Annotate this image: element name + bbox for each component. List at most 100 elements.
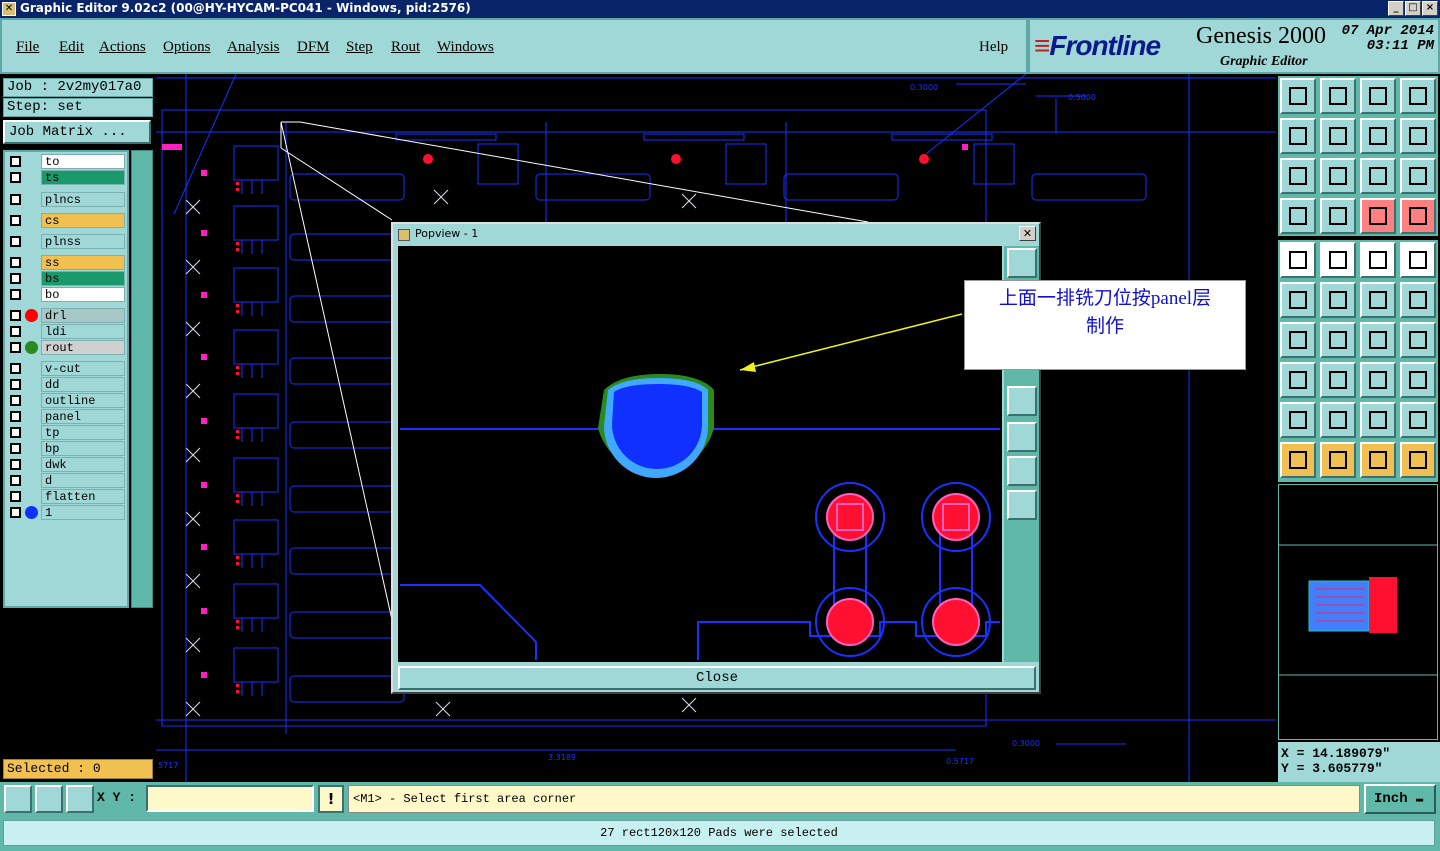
layer-scrollbar[interactable]: [131, 150, 153, 608]
alert-icon[interactable]: !: [318, 785, 344, 813]
layer-row[interactable]: bs: [7, 271, 125, 286]
layer-checkbox[interactable]: [10, 215, 21, 226]
pointer-icon[interactable]: [1280, 442, 1316, 478]
layer-checkbox[interactable]: [10, 363, 21, 374]
resize-icon[interactable]: [1360, 362, 1396, 398]
layer-toggle-alt-icon[interactable]: [1400, 198, 1436, 234]
select-pad-icon[interactable]: [1400, 242, 1436, 278]
layer-checkbox[interactable]: [10, 257, 21, 268]
layer-row[interactable]: v-cut: [7, 361, 125, 376]
layer-checkbox[interactable]: [10, 172, 21, 183]
menu-help[interactable]: Help: [979, 39, 1008, 56]
connect-icon[interactable]: [1280, 282, 1316, 318]
layer-name[interactable]: 1: [41, 505, 125, 520]
menu-windows[interactable]: Windows: [437, 39, 494, 56]
layer-checkbox[interactable]: [10, 310, 21, 321]
menu-file[interactable]: File: [16, 39, 39, 56]
layer-name[interactable]: panel: [41, 409, 125, 424]
pan-right-icon[interactable]: [1320, 118, 1356, 154]
grid-icon[interactable]: [1320, 198, 1356, 234]
arc-icon[interactable]: [1360, 322, 1396, 358]
layer-name[interactable]: rout: [41, 340, 125, 355]
layer-name[interactable]: plncs: [41, 192, 125, 207]
fit-all-icon[interactable]: [1280, 158, 1316, 194]
menu-edit[interactable]: Edit: [59, 39, 84, 56]
layer-name[interactable]: ldi: [41, 324, 125, 339]
layer-checkbox[interactable]: [10, 443, 21, 454]
layer-checkbox[interactable]: [10, 411, 21, 422]
layer-checkbox[interactable]: [10, 156, 21, 167]
angle-icon[interactable]: [1280, 402, 1316, 438]
grid-icon[interactable]: [66, 785, 94, 813]
maximize-button[interactable]: □: [1405, 1, 1421, 16]
layer-checkbox[interactable]: [10, 236, 21, 247]
pan-left-icon[interactable]: [1280, 118, 1316, 154]
fit-window-icon[interactable]: [1400, 78, 1436, 114]
layer-checkbox[interactable]: [10, 507, 21, 518]
popview-home-icon[interactable]: [1007, 422, 1037, 452]
popview-pan-icon[interactable]: [1007, 386, 1037, 416]
popview-canvas[interactable]: [398, 246, 1002, 662]
layer-name[interactable]: dd: [41, 377, 125, 392]
layer-row[interactable]: plncs: [7, 192, 125, 207]
profile-icon[interactable]: [1280, 198, 1316, 234]
layer-row[interactable]: cs: [7, 213, 125, 228]
trace-icon[interactable]: [1320, 362, 1356, 398]
arrow-select-icon[interactable]: [1360, 442, 1396, 478]
pad-add-icon[interactable]: [1280, 362, 1316, 398]
rotate-icon[interactable]: [1400, 118, 1436, 154]
popview-zoom-icon[interactable]: [1007, 248, 1037, 278]
menu-step[interactable]: Step: [346, 39, 373, 56]
layer-name[interactable]: drl: [41, 308, 125, 323]
ruler-icon[interactable]: [1360, 242, 1396, 278]
arrow-icon[interactable]: [1320, 402, 1356, 438]
zoom-in-icon[interactable]: [1280, 78, 1316, 114]
layer-name[interactable]: outline: [41, 393, 125, 408]
layer-row[interactable]: panel: [7, 409, 125, 424]
layer-name[interactable]: v-cut: [41, 361, 125, 376]
menu-analysis[interactable]: Analysis: [227, 39, 280, 56]
layer-row[interactable]: plnss: [7, 234, 125, 249]
layer-row[interactable]: tp: [7, 425, 125, 440]
job-matrix-button[interactable]: Job Matrix ...: [3, 120, 151, 144]
close-window-button[interactable]: ×: [1422, 1, 1438, 16]
layer-name[interactable]: plnss: [41, 234, 125, 249]
layer-name[interactable]: bp: [41, 441, 125, 456]
app-icon[interactable]: ✕: [2, 2, 16, 16]
scale-icon[interactable]: [1360, 158, 1396, 194]
layer-checkbox[interactable]: [10, 475, 21, 486]
layer-row[interactable]: d: [7, 473, 125, 488]
popview-close-button[interactable]: Close: [398, 666, 1036, 690]
popview-close-x-button[interactable]: ✕: [1019, 226, 1036, 241]
split-icon[interactable]: [1400, 322, 1436, 358]
help-icon[interactable]: [1400, 158, 1436, 194]
zoom-out-icon[interactable]: [1320, 78, 1356, 114]
layer-row[interactable]: ldi: [7, 324, 125, 339]
popview-fit-icon[interactable]: [1007, 456, 1037, 486]
layer-toggle-icon[interactable]: [1360, 198, 1396, 234]
layer-checkbox[interactable]: [10, 491, 21, 502]
layer-name[interactable]: flatten: [41, 489, 125, 504]
layer-row[interactable]: outline: [7, 393, 125, 408]
move-icon[interactable]: [1360, 282, 1396, 318]
menu-rout[interactable]: Rout: [391, 39, 420, 56]
snap-icon[interactable]: [4, 785, 32, 813]
layer-name[interactable]: tp: [41, 425, 125, 440]
triangle-icon[interactable]: [1360, 402, 1396, 438]
menu-actions[interactable]: Actions: [99, 39, 146, 56]
layer-name[interactable]: cs: [41, 213, 125, 228]
units-selector[interactable]: Inch ▬: [1364, 784, 1436, 814]
layer-checkbox[interactable]: [10, 342, 21, 353]
route-icon[interactable]: [1400, 442, 1436, 478]
layer-row[interactable]: ts: [7, 170, 125, 185]
minimize-button[interactable]: _: [1388, 1, 1404, 16]
center-icon[interactable]: [1320, 158, 1356, 194]
layer-row[interactable]: to: [7, 154, 125, 169]
delete-icon[interactable]: [1320, 282, 1356, 318]
layer-row[interactable]: drl: [7, 308, 125, 323]
xy-input[interactable]: [146, 785, 314, 812]
layer-row[interactable]: bp: [7, 441, 125, 456]
layer-row[interactable]: ss: [7, 255, 125, 270]
overview-map[interactable]: [1278, 484, 1438, 740]
layer-name[interactable]: ss: [41, 255, 125, 270]
